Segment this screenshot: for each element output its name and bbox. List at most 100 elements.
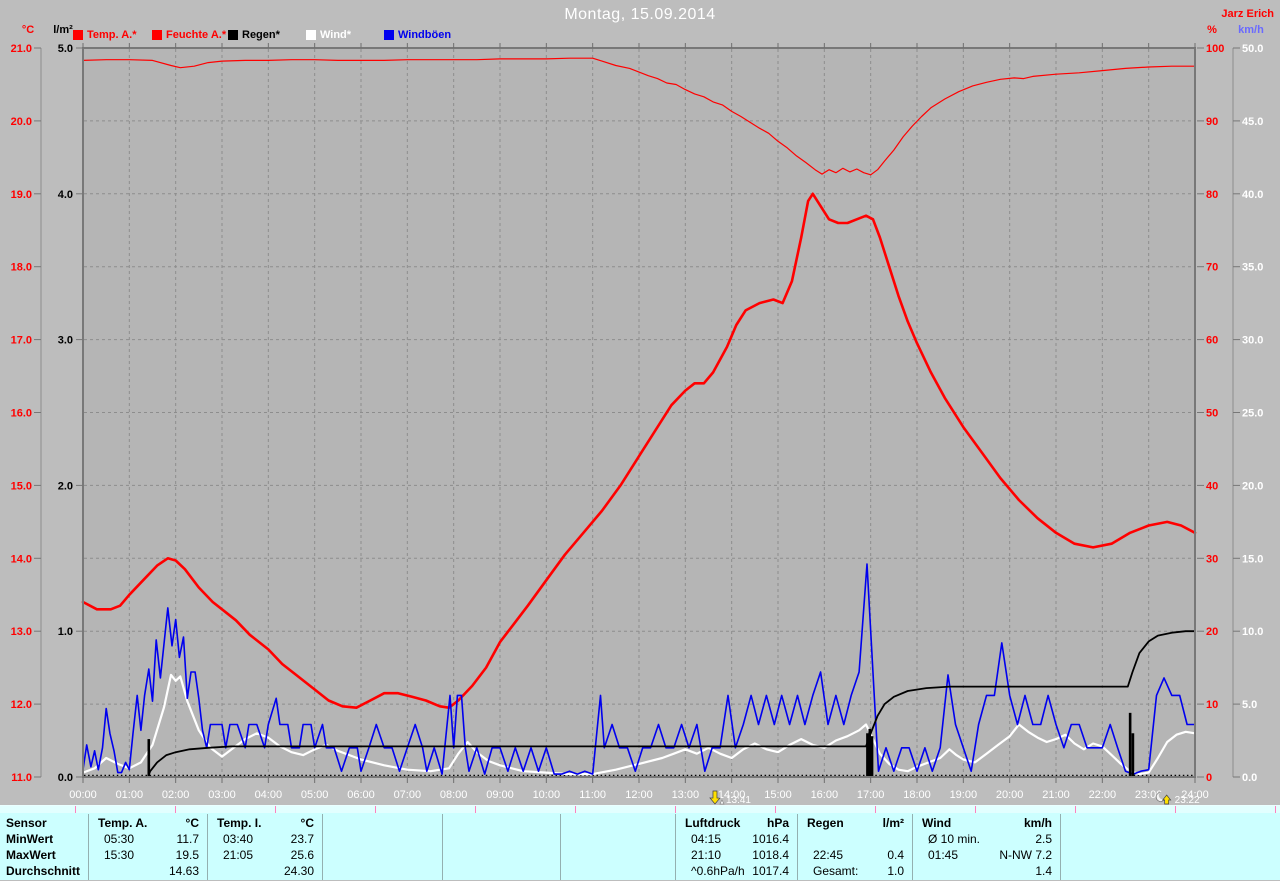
time-label: 07:00 [394, 789, 422, 801]
strip-tick [1275, 806, 1276, 813]
strip-tick [275, 806, 276, 813]
axis-tick-label: 15.0 [1242, 553, 1263, 565]
strip-tick [675, 806, 676, 813]
table-cell-regen-value: 1.0 [887, 864, 904, 878]
col-unit-luftdruck: hPa [766, 816, 789, 830]
time-label: 01:00 [116, 789, 144, 801]
axis-tick-label: 2.0 [58, 480, 73, 492]
series-gusts [82, 563, 1196, 775]
col-unit-temp-a: °C [185, 816, 199, 830]
axis-tick-label: 0 [1206, 772, 1212, 784]
table-cell-wind-value: 2.5 [1035, 832, 1052, 846]
strip-tick [875, 806, 876, 813]
col-unit-regen: l/m² [882, 816, 904, 830]
axis-tick-label: 17.0 [11, 335, 32, 347]
moonrise-time-label: 23:22 [1175, 795, 1200, 805]
table-separator [322, 814, 323, 880]
axis-tick-label: 15.0 [11, 480, 32, 492]
strip-tick [75, 806, 76, 813]
axis-tick-label: 16.0 [11, 408, 32, 420]
series-rain-cumulative [82, 630, 1196, 778]
strip-tick [375, 806, 376, 813]
moonset-icon [709, 790, 721, 805]
table-separator [442, 814, 443, 880]
table-separator [1060, 814, 1061, 880]
axis-tick-label: 20 [1206, 626, 1218, 638]
moonset-marker: 13:41 [709, 790, 751, 805]
legend-label: Regen* [242, 29, 280, 41]
axis-tick-label: 0.0 [1242, 772, 1257, 784]
rain-bar [1131, 733, 1135, 777]
table-cell-luftdruck-value: 1018.4 [752, 848, 789, 862]
chart-plot[interactable]: 21.020.019.018.017.016.015.014.013.012.0… [0, 0, 1280, 805]
table-cell-wind-value: 1.4 [1035, 864, 1052, 878]
axis-tick-label: 10 [1206, 699, 1218, 711]
col-header-temp-i: Temp. I. [217, 816, 262, 830]
strip-tick [1175, 806, 1176, 813]
time-label: 24:00 [1181, 789, 1209, 801]
axis-tick-label: 40.0 [1242, 189, 1263, 201]
strip-tick [775, 806, 776, 813]
legend-swatch-icon [73, 30, 83, 40]
axis-tick-label: 12.0 [11, 699, 32, 711]
plot-area [83, 48, 1195, 777]
col-header-regen: Regen [807, 816, 844, 830]
rain-bar [870, 736, 874, 777]
legend-swatch-icon [228, 30, 238, 40]
time-label: 17:00 [857, 789, 885, 801]
strip-tick [575, 806, 576, 813]
plot-frame [82, 47, 1196, 778]
table-top-strip [0, 806, 1280, 813]
row-label-maxwert: MaxWert [6, 848, 56, 862]
time-label: 00:00 [69, 789, 97, 801]
axis-tick-label: 60 [1206, 335, 1218, 347]
axis-tick-label: 90 [1206, 116, 1218, 128]
col-unit-temp-i: °C [300, 816, 314, 830]
legend-swatch-icon [152, 30, 162, 40]
axis-tick-label: 50 [1206, 408, 1218, 420]
axis-tick-label: 4.0 [58, 189, 73, 201]
time-label: 02:00 [162, 789, 190, 801]
legend-label: Windböen [398, 29, 452, 41]
table-cell-temp-i-value: 23.7 [290, 832, 314, 846]
axis-tick-label: 40 [1206, 480, 1218, 492]
axis-unit-kmh: km/h [1238, 24, 1264, 36]
axis-tick-label: 30.0 [1242, 335, 1263, 347]
table-separator [675, 814, 676, 880]
row-label-sensor: Sensor [6, 816, 47, 830]
rain-bar [1128, 712, 1132, 777]
strip-tick [475, 806, 476, 813]
col-header-wind: Wind [922, 816, 952, 830]
col-header-temp-a: Temp. A. [98, 816, 148, 830]
table-cell-luftdruck-value: 1017.4 [752, 864, 789, 878]
table-cell-luftdruck-value: 1016.4 [752, 832, 789, 846]
time-label: 09:00 [486, 789, 514, 801]
moonrise-marker: 23:22 [1155, 791, 1200, 805]
time-label: 21:00 [1042, 789, 1070, 801]
time-label: 20:00 [996, 789, 1024, 801]
table-cell-temp-a-value: 11.7 [176, 832, 199, 846]
axis-tick-label: 70 [1206, 262, 1218, 274]
series-humidity [82, 57, 1196, 176]
axis-tick-label: 0.0 [58, 772, 73, 784]
table-separator [797, 814, 798, 880]
axis-tick-label: 50.0 [1242, 43, 1263, 55]
time-label: 12:00 [625, 789, 653, 801]
axis-tick-label: 19.0 [11, 189, 32, 201]
table-cell-regen-value: 0.4 [887, 848, 904, 862]
row-label-minwert: MinWert [6, 832, 54, 846]
col-unit-wind: km/h [1023, 816, 1052, 830]
table-separator [207, 814, 208, 880]
rain-bar [868, 728, 872, 777]
rain-bar [147, 739, 151, 777]
moon-shadow [1158, 791, 1167, 800]
time-label: 23:00 [1135, 789, 1163, 801]
time-label: 03:00 [208, 789, 236, 801]
strip-tick [1075, 806, 1076, 813]
legend: Temp. A.* Feuchte A.* Regen* Wind* Windböen [0, 29, 700, 45]
axis-unit-percent: % [1207, 24, 1217, 36]
summary-table: Sensor MinWert MaxWert Durchschnitt Temp. A.… [0, 805, 1280, 880]
axis-tick-label: 35.0 [1242, 262, 1263, 274]
axis-tick-label: 5.0 [1242, 699, 1257, 711]
axis-tick-label: 10.0 [1242, 626, 1263, 638]
